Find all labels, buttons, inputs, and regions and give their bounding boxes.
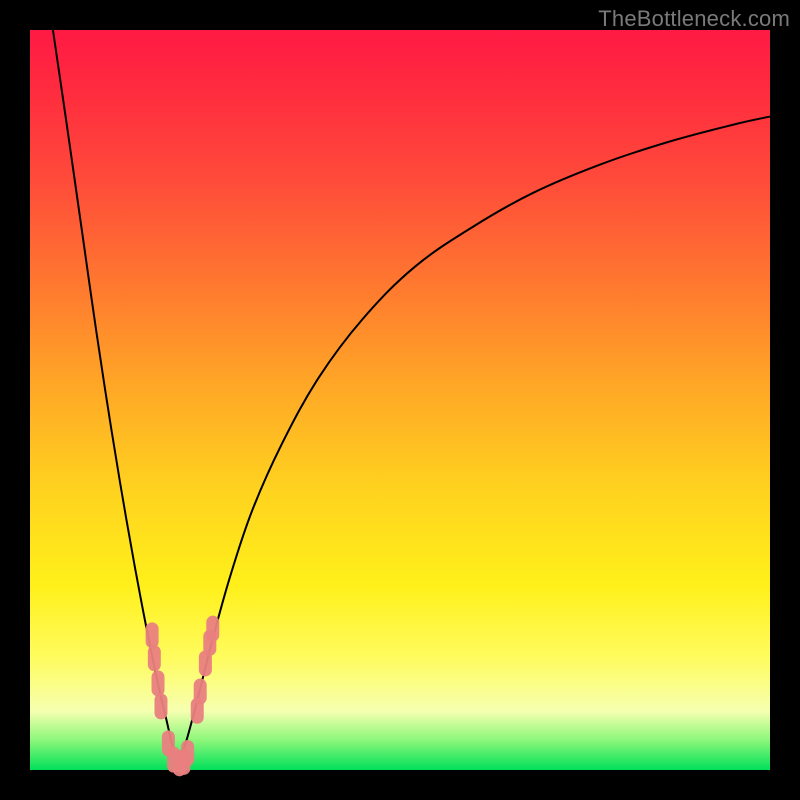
chart-stage: TheBottleneck.com — [0, 0, 800, 800]
marker-layer — [146, 616, 220, 777]
data-point-marker — [154, 693, 167, 719]
data-point-marker — [181, 740, 194, 766]
data-point-marker — [146, 622, 159, 648]
data-point-marker — [206, 616, 219, 642]
plot-area — [30, 30, 770, 770]
watermark-text: TheBottleneck.com — [598, 6, 790, 32]
chart-svg — [30, 30, 770, 770]
data-point-marker — [152, 670, 165, 696]
data-point-marker — [194, 679, 207, 705]
data-point-marker — [148, 645, 161, 671]
curve-right-branch — [178, 117, 770, 765]
